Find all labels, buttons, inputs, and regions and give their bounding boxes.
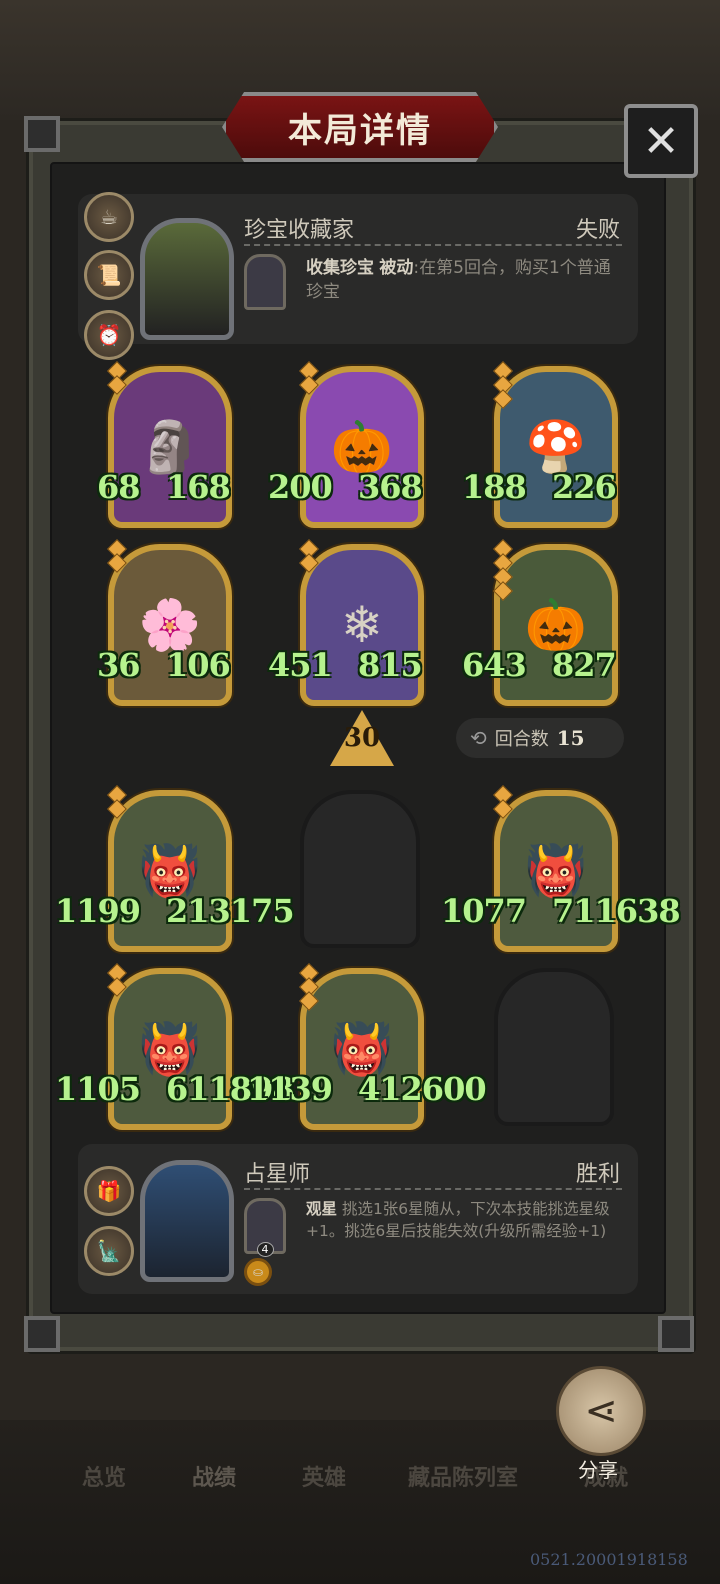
minion-health: 368 [358,468,423,506]
minion-attack: 68 [97,468,141,506]
player-skill-icon[interactable]: 4 [244,1198,286,1257]
minion-health: 226 [552,468,617,506]
share-icon: ⋖ [584,1388,618,1434]
opponent-skill-icon[interactable] [244,254,286,310]
frame-corner [24,1316,60,1352]
minion-attack: 1199 [55,892,141,930]
share-label: 分享 [578,1458,618,1482]
minion-attack: 643 [462,646,527,684]
player-name: 占星师 [244,1162,311,1187]
skill-name: 观星 [306,1200,338,1218]
divider [244,244,622,246]
skill-name: 收集珍宝 [306,258,374,278]
round-counter: ⟲ 回合数 15 [456,718,624,758]
page-title: 本局详情 [288,110,432,151]
frame-corner [658,1316,694,1352]
opponent-avatar[interactable] [140,218,234,340]
tab-records[interactable]: 战绩 [192,1460,236,1492]
minion-health: 711638 [552,892,681,930]
close-icon: ✕ [642,115,680,167]
skill-type: 被动 [379,258,414,278]
minion-health: 213175 [166,892,295,930]
minion-health: 106 [166,646,231,684]
scroll-icon[interactable]: 📜 [84,250,134,300]
tab-heroes[interactable]: 英雄 [302,1460,346,1492]
minion-attack: 451 [268,646,333,684]
close-button[interactable]: ✕ [624,104,698,178]
empty-slot [494,968,614,1126]
tavern-level-badge: 30 [330,710,394,766]
minion-attack: 1139 [247,1070,333,1108]
minion-health: 815 [358,646,423,684]
opponent-name: 珍宝收藏家 [244,218,355,243]
player-skill-text: 观星 挑选1张6星随从，下次本技能挑选星级+1。挑选6星后技能失效(升级所需经验… [306,1198,622,1242]
divider [244,1188,622,1190]
minion-attack: 188 [462,468,527,506]
skill-desc: 挑选1张6星随从，下次本技能挑选星级+1。挑选6星后技能失效(升级所需经验+1) [306,1200,610,1240]
minion-attack: 36 [97,646,141,684]
frame-corner [24,116,60,152]
user-id: 0521.20001918158 [530,1550,688,1569]
tab-collection[interactable]: 藏品陈列室 [408,1460,518,1492]
player-result: 胜利 [576,1162,621,1187]
tab-overview[interactable]: 总览 [82,1460,126,1492]
clock-icon[interactable]: ⏰ [84,310,134,360]
minion-health: 168 [166,468,231,506]
gift-icon[interactable]: 🎁 [84,1166,134,1216]
round-label: 回合数 [494,729,549,750]
share-button[interactable]: ⋖ [556,1366,646,1456]
skill-level: 4 [256,1242,274,1257]
minion-health: 412600 [358,1070,487,1108]
empty-slot [300,790,420,948]
minion-attack: 1077 [441,892,527,930]
opponent-skill-text: 收集珍宝 被动:在第5回合，购买1个普通珍宝 [306,256,622,304]
tavern-level: 30 [343,723,381,753]
title-plate: 本局详情 [222,92,498,162]
player-avatar[interactable] [140,1160,234,1282]
opponent-result: 失败 [576,218,621,243]
minion-health: 827 [552,646,617,684]
minion-attack: 200 [268,468,333,506]
teacup-icon[interactable]: ☕ [84,192,134,242]
minion-attack: 1105 [55,1070,141,1108]
totem-icon[interactable]: 🗽 [84,1226,134,1276]
round-value: 15 [556,726,585,750]
coin-icon: ⛀ [244,1258,272,1286]
refresh-icon: ⟲ [470,726,487,750]
